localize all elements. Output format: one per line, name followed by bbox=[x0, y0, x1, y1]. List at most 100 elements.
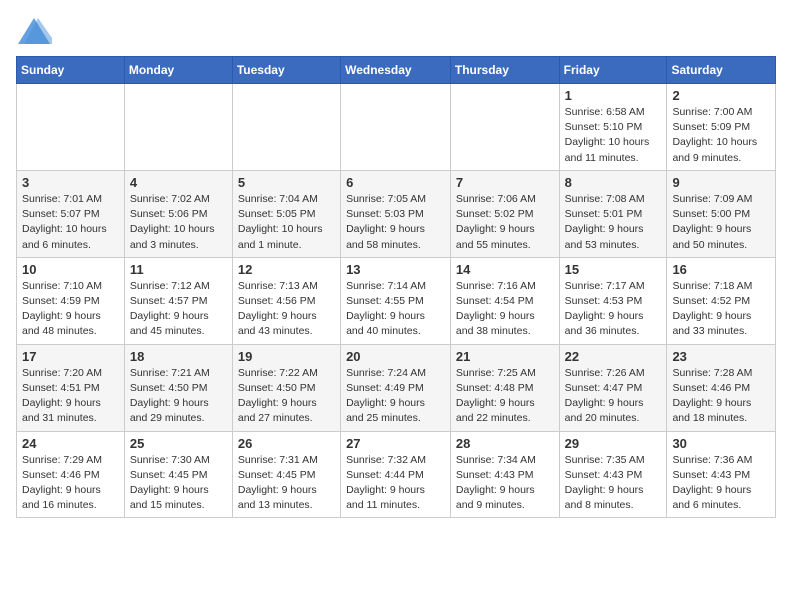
day-number: 6 bbox=[346, 175, 445, 190]
day-number: 12 bbox=[238, 262, 335, 277]
day-number: 18 bbox=[130, 349, 227, 364]
day-info: Sunrise: 7:35 AM Sunset: 4:43 PM Dayligh… bbox=[565, 453, 662, 514]
calendar-cell: 28 Sunrise: 7:34 AM Sunset: 4:43 PM Dayli… bbox=[450, 431, 559, 518]
week-row-1: 3 Sunrise: 7:01 AM Sunset: 5:07 PM Daylig… bbox=[17, 170, 776, 257]
calendar-cell: 16 Sunrise: 7:18 AM Sunset: 4:52 PM Dayli… bbox=[667, 257, 776, 344]
calendar-cell: 9 Sunrise: 7:09 AM Sunset: 5:00 PM Daylig… bbox=[667, 170, 776, 257]
calendar-cell bbox=[17, 84, 125, 171]
calendar-cell: 14 Sunrise: 7:16 AM Sunset: 4:54 PM Dayli… bbox=[450, 257, 559, 344]
calendar-cell: 8 Sunrise: 7:08 AM Sunset: 5:01 PM Daylig… bbox=[559, 170, 667, 257]
day-info: Sunrise: 7:13 AM Sunset: 4:56 PM Dayligh… bbox=[238, 279, 335, 340]
header-thursday: Thursday bbox=[450, 57, 559, 84]
calendar-cell: 29 Sunrise: 7:35 AM Sunset: 4:43 PM Dayli… bbox=[559, 431, 667, 518]
day-number: 26 bbox=[238, 436, 335, 451]
logo-icon bbox=[16, 16, 52, 46]
day-number: 16 bbox=[672, 262, 770, 277]
calendar-cell: 18 Sunrise: 7:21 AM Sunset: 4:50 PM Dayli… bbox=[124, 344, 232, 431]
day-info: Sunrise: 7:30 AM Sunset: 4:45 PM Dayligh… bbox=[130, 453, 227, 514]
day-info: Sunrise: 7:01 AM Sunset: 5:07 PM Dayligh… bbox=[22, 192, 119, 253]
week-row-0: 1 Sunrise: 6:58 AM Sunset: 5:10 PM Daylig… bbox=[17, 84, 776, 171]
day-number: 30 bbox=[672, 436, 770, 451]
calendar-cell: 6 Sunrise: 7:05 AM Sunset: 5:03 PM Daylig… bbox=[341, 170, 451, 257]
day-info: Sunrise: 6:58 AM Sunset: 5:10 PM Dayligh… bbox=[565, 105, 662, 166]
day-info: Sunrise: 7:28 AM Sunset: 4:46 PM Dayligh… bbox=[672, 366, 770, 427]
calendar-cell bbox=[341, 84, 451, 171]
day-number: 8 bbox=[565, 175, 662, 190]
week-row-4: 24 Sunrise: 7:29 AM Sunset: 4:46 PM Dayli… bbox=[17, 431, 776, 518]
calendar-cell: 13Sunrise: 7:14 AM Sunset: 4:55 PM Dayli… bbox=[341, 257, 451, 344]
header-saturday: Saturday bbox=[667, 57, 776, 84]
calendar-cell: 23 Sunrise: 7:28 AM Sunset: 4:46 PM Dayli… bbox=[667, 344, 776, 431]
day-number: 15 bbox=[565, 262, 662, 277]
day-info: Sunrise: 7:12 AM Sunset: 4:57 PM Dayligh… bbox=[130, 279, 227, 340]
day-info: Sunrise: 7:21 AM Sunset: 4:50 PM Dayligh… bbox=[130, 366, 227, 427]
day-number: 9 bbox=[672, 175, 770, 190]
day-info: Sunrise: 7:18 AM Sunset: 4:52 PM Dayligh… bbox=[672, 279, 770, 340]
logo bbox=[16, 16, 56, 46]
header-friday: Friday bbox=[559, 57, 667, 84]
header-monday: Monday bbox=[124, 57, 232, 84]
day-info: Sunrise: 7:26 AM Sunset: 4:47 PM Dayligh… bbox=[565, 366, 662, 427]
header-tuesday: Tuesday bbox=[232, 57, 340, 84]
calendar-cell: 25 Sunrise: 7:30 AM Sunset: 4:45 PM Dayli… bbox=[124, 431, 232, 518]
day-number: 21 bbox=[456, 349, 554, 364]
day-number: 7 bbox=[456, 175, 554, 190]
day-number: 24 bbox=[22, 436, 119, 451]
calendar-cell: 22 Sunrise: 7:26 AM Sunset: 4:47 PM Dayli… bbox=[559, 344, 667, 431]
day-info: Sunrise: 7:22 AM Sunset: 4:50 PM Dayligh… bbox=[238, 366, 335, 427]
day-info: Sunrise: 7:06 AM Sunset: 5:02 PM Dayligh… bbox=[456, 192, 554, 253]
header-wednesday: Wednesday bbox=[341, 57, 451, 84]
day-info: Sunrise: 7:31 AM Sunset: 4:45 PM Dayligh… bbox=[238, 453, 335, 514]
day-info: Sunrise: 7:32 AM Sunset: 4:44 PM Dayligh… bbox=[346, 453, 445, 514]
day-info: Sunrise: 7:29 AM Sunset: 4:46 PM Dayligh… bbox=[22, 453, 119, 514]
day-number: 17 bbox=[22, 349, 119, 364]
calendar-header-row: SundayMondayTuesdayWednesdayThursdayFrid… bbox=[17, 57, 776, 84]
day-info: Sunrise: 7:20 AM Sunset: 4:51 PM Dayligh… bbox=[22, 366, 119, 427]
calendar-cell bbox=[124, 84, 232, 171]
day-number: 2 bbox=[672, 88, 770, 103]
day-info: Sunrise: 7:08 AM Sunset: 5:01 PM Dayligh… bbox=[565, 192, 662, 253]
day-info: Sunrise: 7:25 AM Sunset: 4:48 PM Dayligh… bbox=[456, 366, 554, 427]
calendar-cell: 11 Sunrise: 7:12 AM Sunset: 4:57 PM Dayli… bbox=[124, 257, 232, 344]
week-row-3: 17 Sunrise: 7:20 AM Sunset: 4:51 PM Dayli… bbox=[17, 344, 776, 431]
calendar-cell: 27Sunrise: 7:32 AM Sunset: 4:44 PM Dayli… bbox=[341, 431, 451, 518]
calendar-cell: 3 Sunrise: 7:01 AM Sunset: 5:07 PM Daylig… bbox=[17, 170, 125, 257]
calendar-table: SundayMondayTuesdayWednesdayThursdayFrid… bbox=[16, 56, 776, 518]
calendar-cell: 21 Sunrise: 7:25 AM Sunset: 4:48 PM Dayli… bbox=[450, 344, 559, 431]
day-info: Sunrise: 7:05 AM Sunset: 5:03 PM Dayligh… bbox=[346, 192, 445, 253]
calendar-cell: 4Sunrise: 7:02 AM Sunset: 5:06 PM Daylig… bbox=[124, 170, 232, 257]
day-number: 22 bbox=[565, 349, 662, 364]
calendar-cell bbox=[232, 84, 340, 171]
calendar-cell: 7 Sunrise: 7:06 AM Sunset: 5:02 PM Daylig… bbox=[450, 170, 559, 257]
day-info: Sunrise: 7:09 AM Sunset: 5:00 PM Dayligh… bbox=[672, 192, 770, 253]
day-number: 25 bbox=[130, 436, 227, 451]
day-info: Sunrise: 7:02 AM Sunset: 5:06 PM Dayligh… bbox=[130, 192, 227, 253]
day-number: 28 bbox=[456, 436, 554, 451]
day-info: Sunrise: 7:34 AM Sunset: 4:43 PM Dayligh… bbox=[456, 453, 554, 514]
day-number: 1 bbox=[565, 88, 662, 103]
day-info: Sunrise: 7:10 AM Sunset: 4:59 PM Dayligh… bbox=[22, 279, 119, 340]
header-sunday: Sunday bbox=[17, 57, 125, 84]
day-number: 23 bbox=[672, 349, 770, 364]
calendar-cell: 12 Sunrise: 7:13 AM Sunset: 4:56 PM Dayli… bbox=[232, 257, 340, 344]
day-info: Sunrise: 7:17 AM Sunset: 4:53 PM Dayligh… bbox=[565, 279, 662, 340]
day-number: 14 bbox=[456, 262, 554, 277]
day-number: 29 bbox=[565, 436, 662, 451]
day-info: Sunrise: 7:00 AM Sunset: 5:09 PM Dayligh… bbox=[672, 105, 770, 166]
day-info: Sunrise: 7:04 AM Sunset: 5:05 PM Dayligh… bbox=[238, 192, 335, 253]
day-number: 13 bbox=[346, 262, 445, 277]
day-number: 20 bbox=[346, 349, 445, 364]
calendar-cell bbox=[450, 84, 559, 171]
calendar-cell: 15 Sunrise: 7:17 AM Sunset: 4:53 PM Dayli… bbox=[559, 257, 667, 344]
calendar-cell: 24 Sunrise: 7:29 AM Sunset: 4:46 PM Dayli… bbox=[17, 431, 125, 518]
calendar-cell: 20Sunrise: 7:24 AM Sunset: 4:49 PM Dayli… bbox=[341, 344, 451, 431]
day-number: 10 bbox=[22, 262, 119, 277]
day-info: Sunrise: 7:36 AM Sunset: 4:43 PM Dayligh… bbox=[672, 453, 770, 514]
day-number: 3 bbox=[22, 175, 119, 190]
calendar-cell: 2 Sunrise: 7:00 AM Sunset: 5:09 PM Daylig… bbox=[667, 84, 776, 171]
calendar-cell: 10 Sunrise: 7:10 AM Sunset: 4:59 PM Dayli… bbox=[17, 257, 125, 344]
calendar-cell: 26 Sunrise: 7:31 AM Sunset: 4:45 PM Dayli… bbox=[232, 431, 340, 518]
page-header bbox=[16, 16, 776, 46]
day-number: 11 bbox=[130, 262, 227, 277]
day-info: Sunrise: 7:16 AM Sunset: 4:54 PM Dayligh… bbox=[456, 279, 554, 340]
